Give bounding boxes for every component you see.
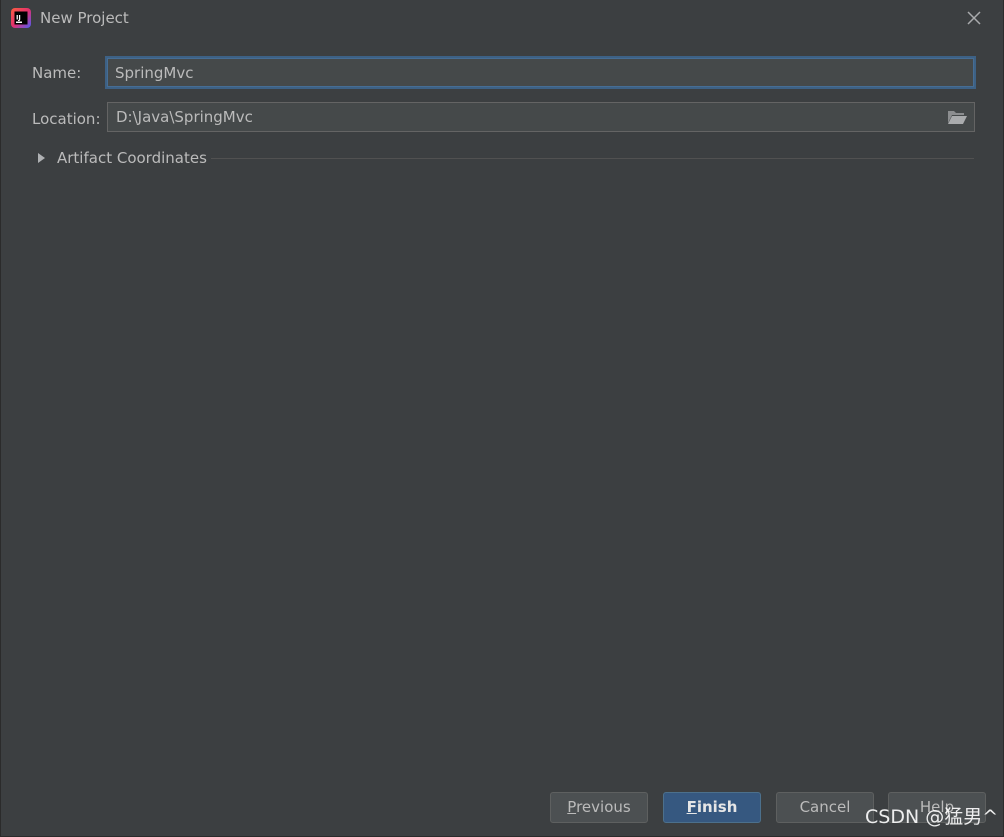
chevron-right-icon bbox=[38, 153, 45, 163]
svg-text:IJ: IJ bbox=[16, 14, 21, 22]
finish-mnemonic: F bbox=[686, 798, 697, 816]
title-bar: IJ New Project bbox=[1, 0, 1004, 36]
folder-open-icon[interactable] bbox=[946, 108, 968, 126]
name-label: Name: bbox=[32, 64, 82, 82]
close-icon[interactable] bbox=[963, 7, 985, 29]
location-field-wrapper bbox=[107, 102, 975, 132]
project-name-input[interactable] bbox=[105, 56, 976, 89]
watermark: CSDN @猛男^ bbox=[865, 806, 999, 828]
separator-line bbox=[211, 158, 974, 159]
intellij-idea-icon: IJ bbox=[11, 8, 31, 28]
finish-label: inish bbox=[696, 798, 738, 816]
dialog-title: New Project bbox=[40, 9, 129, 27]
project-location-input[interactable] bbox=[108, 103, 938, 131]
cancel-button[interactable]: Cancel bbox=[776, 792, 874, 823]
new-project-dialog: IJ New Project Name: Location: Artifact … bbox=[0, 0, 1004, 837]
previous-label: revious bbox=[576, 798, 631, 816]
finish-button[interactable]: Finish bbox=[663, 792, 761, 823]
previous-button[interactable]: Previous bbox=[550, 792, 648, 823]
artifact-coordinates-toggle[interactable]: Artifact Coordinates bbox=[35, 148, 975, 170]
location-label: Location: bbox=[32, 110, 101, 128]
artifact-coordinates-label: Artifact Coordinates bbox=[57, 149, 207, 167]
previous-mnemonic: P bbox=[567, 798, 577, 816]
